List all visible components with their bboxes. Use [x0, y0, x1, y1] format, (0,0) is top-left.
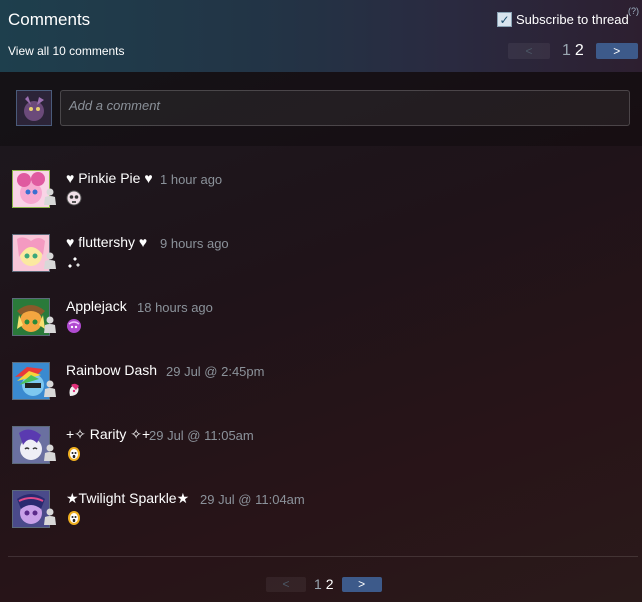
- pagination-bottom: < 12 >: [266, 576, 382, 592]
- comment-timestamp: 29 Jul @ 11:04am: [200, 492, 305, 507]
- my-avatar: [16, 90, 52, 126]
- purple-pony-emoticon-icon: [67, 319, 81, 333]
- checkmark-icon: ✓: [499, 12, 510, 27]
- next-page-button[interactable]: >: [341, 576, 382, 592]
- help-icon[interactable]: (?): [628, 6, 639, 16]
- user-status-icon: [44, 252, 56, 269]
- user-status-icon: [44, 508, 56, 525]
- commenter-name[interactable]: ★Twilight Sparkle★: [66, 490, 189, 507]
- page-2-current: 2: [574, 42, 584, 59]
- page-numbers: 12: [562, 42, 584, 60]
- comment-item: +✧ Rarity ✧+ 29 Jul @ 11:05am: [0, 426, 642, 486]
- comments-header: Comments View all 10 comments ✓ Subscrib…: [0, 0, 642, 72]
- comment-timestamp: 29 Jul @ 11:05am: [149, 428, 254, 443]
- page-2-current: 2: [325, 576, 334, 592]
- skull-emoticon-icon: [66, 190, 82, 206]
- commenter-name[interactable]: Applejack: [66, 298, 127, 314]
- comment-item: Applejack 18 hours ago: [0, 298, 642, 358]
- page-1-link[interactable]: 1: [562, 42, 571, 59]
- comments-title: Comments: [8, 10, 91, 29]
- ghost-face-emoticon-icon: [68, 511, 80, 525]
- user-status-icon: [44, 444, 56, 461]
- footer-divider: [8, 556, 638, 557]
- sparkle-emoticon-icon: [68, 257, 80, 268]
- commenter-name[interactable]: ♥ Pinkie Pie ♥: [66, 170, 153, 186]
- comment-timestamp: 9 hours ago: [160, 236, 229, 251]
- comment-item: ♥ fluttershy ♥ 9 hours ago: [0, 234, 642, 294]
- commenter-name[interactable]: +✧ Rarity ✧+: [66, 426, 150, 443]
- pagination-top: < 12 >: [508, 42, 638, 60]
- subscribe-toggle[interactable]: ✓ Subscribe to thread: [497, 12, 629, 27]
- view-all-comments-link[interactable]: View all 10 comments: [8, 44, 125, 58]
- comment-item: ★Twilight Sparkle★ 29 Jul @ 11:04am: [0, 490, 642, 550]
- comment-item: ♥ Pinkie Pie ♥ 1 hour ago: [0, 170, 642, 230]
- commenter-name[interactable]: ♥ fluttershy ♥: [66, 234, 147, 250]
- user-status-icon: [44, 188, 56, 205]
- user-status-icon: [44, 380, 56, 397]
- page-1-link[interactable]: 1: [314, 576, 322, 592]
- subscribe-label: Subscribe to thread: [516, 12, 629, 27]
- prev-page-button[interactable]: <: [508, 43, 550, 59]
- ghost-face-emoticon-icon: [68, 447, 80, 461]
- add-comment-input[interactable]: Add a comment: [60, 90, 630, 126]
- pink-pony-emoticon-icon: [69, 383, 79, 396]
- comment-timestamp: 18 hours ago: [137, 300, 213, 315]
- prev-page-button[interactable]: <: [266, 576, 306, 592]
- comment-timestamp: 1 hour ago: [160, 172, 223, 187]
- user-status-icon: [44, 316, 56, 333]
- comment-timestamp: 29 Jul @ 2:45pm: [166, 364, 265, 379]
- next-page-button[interactable]: >: [595, 43, 638, 59]
- page-numbers: 12: [314, 576, 334, 592]
- comment-item: Rainbow Dash 29 Jul @ 2:45pm: [0, 362, 642, 422]
- commenter-name[interactable]: Rainbow Dash: [66, 362, 157, 378]
- subscribe-checkbox[interactable]: ✓: [497, 12, 512, 27]
